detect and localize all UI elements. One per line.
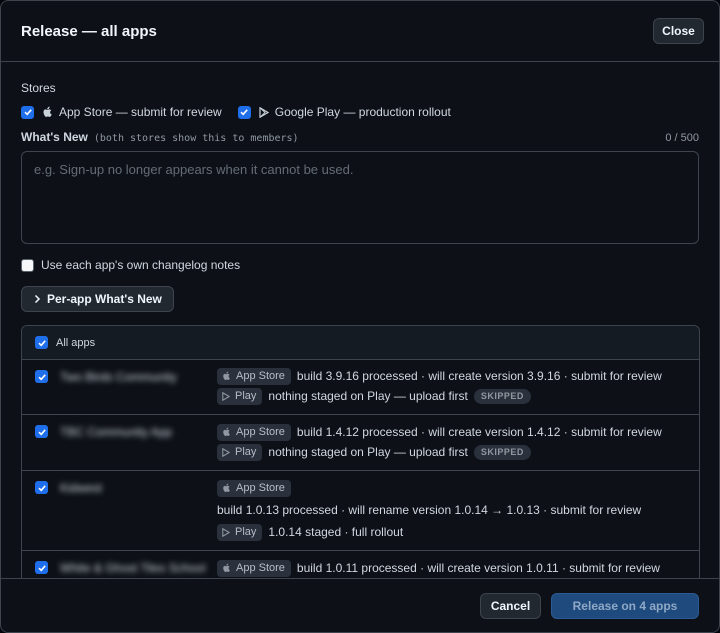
play-tag: Play: [217, 443, 263, 461]
apps-table-header: All apps: [22, 326, 699, 360]
skipped-badge: SKIPPED: [473, 388, 531, 404]
app-store-line: App Store: [217, 478, 641, 498]
whats-new-label: What's New: [21, 130, 88, 144]
app-store-tag: App Store: [217, 479, 291, 497]
app-store-status: build 1.0.11 processed · will create ver…: [296, 561, 660, 575]
app-row: Two Birds Community App Store build 3.9.…: [22, 360, 699, 415]
apple-icon: [222, 371, 231, 381]
app-store-checkbox[interactable]: [21, 105, 34, 119]
all-apps-checkbox[interactable]: [35, 336, 48, 349]
whats-new-header: What's New (both stores show this to memb…: [21, 129, 699, 144]
app-row-checkbox[interactable]: [35, 561, 48, 574]
app-row: Kidwest App Store build 1.0.13 processed…: [22, 471, 699, 551]
app-name: TBC Community App: [60, 425, 173, 439]
app-row: White & Ghost Tiles School App Store bui…: [22, 551, 699, 578]
play-line: Play nothing staged on Play — upload fir…: [217, 386, 662, 406]
google-play-checkbox[interactable]: [237, 105, 251, 119]
play-icon: [222, 447, 230, 457]
play-tag: Play: [217, 523, 263, 541]
app-row: TBC Community App App Store build 1.4.12…: [22, 415, 699, 471]
app-release-details: App Store build 3.9.16 processed · will …: [217, 366, 662, 406]
release-button[interactable]: Release on 4 apps: [551, 593, 699, 619]
apple-icon: [222, 563, 231, 573]
store-tag-label: Play: [235, 526, 257, 538]
app-store-tag: App Store: [217, 367, 291, 385]
app-store-option-label: App Store — submit for review: [59, 105, 222, 119]
whats-new-textarea[interactable]: [21, 151, 699, 244]
character-count: 0 / 500: [665, 132, 699, 144]
close-button[interactable]: Close: [653, 18, 704, 44]
app-name: Kidwest: [60, 481, 103, 495]
play-status: nothing staged on Play — upload first: [268, 389, 468, 403]
play-icon: [222, 527, 230, 537]
google-play-option-label: Google Play — production rollout: [274, 105, 451, 119]
dialog-header: Release — all apps Close: [1, 1, 719, 62]
app-store-status-line: build 1.0.13 processed · will rename ver…: [217, 498, 641, 522]
app-release-details: App Store build 1.0.13 processed · will …: [217, 478, 641, 542]
apple-icon: [42, 106, 53, 118]
app-store-line: App Store build 3.9.16 processed · will …: [217, 366, 662, 386]
app-store-tag: App Store: [217, 559, 291, 577]
store-option-app-store[interactable]: App Store — submit for review: [21, 105, 222, 119]
play-icon: [259, 106, 269, 118]
app-store-status: build 3.9.16 processed · will create ver…: [296, 369, 662, 383]
app-store-status: build 1.4.12 processed · will create ver…: [296, 425, 662, 439]
per-app-whats-new-label: Per-app What's New: [47, 292, 162, 306]
own-changelog-checkbox[interactable]: [21, 258, 34, 272]
dialog-body: Stores App Store — submit for review Goo…: [1, 63, 719, 578]
apps-table: All apps Two Birds Community App Store b…: [21, 325, 700, 578]
release-dialog: Release — all apps Close Stores App Stor…: [0, 0, 720, 633]
per-app-whats-new-button[interactable]: Per-app What's New: [21, 286, 174, 312]
store-tag-label: App Store: [236, 426, 285, 438]
app-release-details: App Store build 1.0.11 processed · will …: [217, 558, 660, 578]
app-name: Two Birds Community: [60, 370, 177, 384]
app-row-checkbox[interactable]: [35, 370, 48, 383]
play-status: 1.0.14 staged · full rollout: [268, 525, 404, 539]
all-apps-label: All apps: [56, 336, 96, 349]
chevron-right-icon: [33, 294, 41, 304]
dialog-title: Release — all apps: [21, 22, 157, 40]
app-store-status: build 1.0.13 processed · will rename ver…: [217, 503, 642, 517]
play-line: Play nothing staged on Play — upload fir…: [217, 442, 662, 462]
app-row-checkbox[interactable]: [35, 425, 48, 438]
play-icon: [222, 391, 230, 401]
dialog-footer: Cancel Release on 4 apps: [1, 578, 719, 632]
store-tag-label: App Store: [236, 370, 285, 382]
play-status: nothing staged on Play — upload first: [268, 445, 468, 459]
store-option-google-play[interactable]: Google Play — production rollout: [237, 105, 451, 119]
store-tag-label: Play: [235, 390, 257, 402]
app-row-checkbox[interactable]: [35, 481, 48, 494]
stores-label: Stores: [21, 81, 56, 95]
own-changelog-option[interactable]: Use each app's own changelog notes: [21, 258, 240, 272]
stores-options: App Store — submit for review Google Pla…: [21, 105, 451, 119]
app-name: White & Ghost Tiles School: [60, 561, 206, 575]
cancel-button[interactable]: Cancel: [480, 593, 541, 619]
store-tag-label: App Store: [236, 482, 285, 494]
app-store-line: App Store build 1.4.12 processed · will …: [217, 422, 662, 442]
app-store-line: App Store build 1.0.11 processed · will …: [217, 558, 660, 578]
skipped-badge: SKIPPED: [473, 444, 531, 460]
play-tag: Play: [217, 387, 263, 405]
store-tag-label: Play: [235, 446, 257, 458]
play-line: Play 1.0.14 staged · full rollout: [217, 522, 641, 542]
own-changelog-label: Use each app's own changelog notes: [41, 258, 241, 272]
whats-new-hint: (both stores show this to members): [93, 133, 299, 144]
apple-icon: [222, 427, 231, 437]
app-release-details: App Store build 1.4.12 processed · will …: [217, 422, 662, 462]
app-store-tag: App Store: [217, 423, 291, 441]
store-tag-label: App Store: [236, 562, 285, 574]
apple-icon: [222, 483, 231, 493]
